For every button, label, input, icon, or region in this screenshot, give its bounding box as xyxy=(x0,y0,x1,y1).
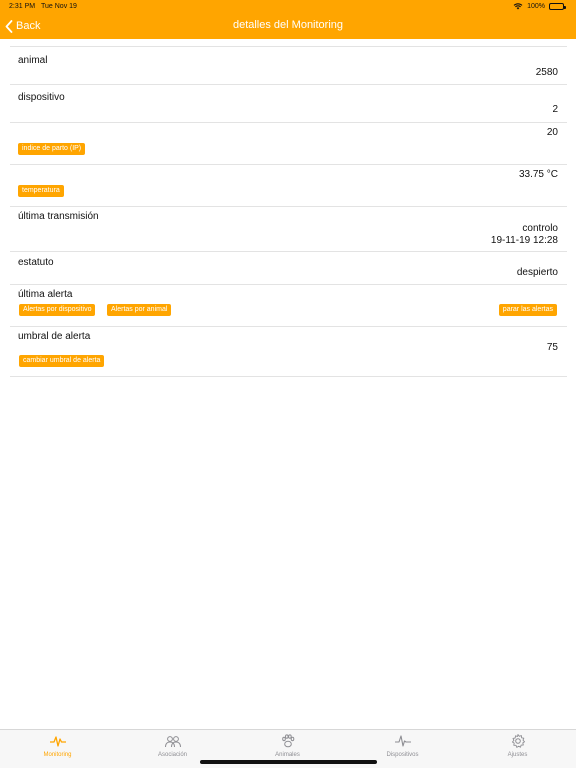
tab-monitoring[interactable]: Monitoring xyxy=(0,733,115,763)
device-pulse-icon xyxy=(394,735,411,747)
wifi-icon xyxy=(513,3,523,10)
umbral-label: umbral de alerta xyxy=(18,331,91,342)
navigation-bar: Back detalles del Monitoring xyxy=(0,13,576,39)
tab-asociacion[interactable]: Asociación xyxy=(115,733,230,763)
top-bar: 2:31 PM Tue Nov 19 100% Back detalles de… xyxy=(0,0,576,39)
tab-dispositivos[interactable]: Dispositivos xyxy=(345,733,460,763)
detail-list: animal 2580 dispositivo 2 20 indice de p… xyxy=(10,46,567,377)
status-right: 100% xyxy=(513,3,566,10)
tab-ajustes[interactable]: Ajustes xyxy=(460,733,575,763)
battery-percent: 100% xyxy=(527,3,545,10)
page-title: detalles del Monitoring xyxy=(232,19,344,31)
ultima-alerta-label: última alerta xyxy=(18,289,73,300)
row-umbral-alerta: umbral de alerta 75 cambiar umbral de al… xyxy=(10,326,567,377)
tab-animales-label: Animales xyxy=(275,752,300,758)
dispositivo-value: 2 xyxy=(552,104,558,115)
tab-monitoring-label: Monitoring xyxy=(43,752,72,758)
pulse-icon xyxy=(49,736,66,747)
row-ultima-alerta: última alerta Alertas por dispositivo Al… xyxy=(10,284,567,326)
ip-tag: indice de parto (IP) xyxy=(18,143,86,155)
row-temperatura: 33.75 °C temperatura xyxy=(10,164,567,206)
row-dispositivo: dispositivo 2 xyxy=(10,84,567,122)
tab-dispositivos-label: Dispositivos xyxy=(386,752,419,758)
tab-ajustes-label: Ajustes xyxy=(507,752,528,758)
umbral-value: 75 xyxy=(546,342,558,353)
animal-value: 2580 xyxy=(535,67,558,78)
animal-label: animal xyxy=(18,55,48,66)
dispositivo-label: dispositivo xyxy=(18,92,65,103)
tab-animales[interactable]: Animales xyxy=(230,733,345,763)
ultima-transmision-label: última transmisión xyxy=(18,211,99,222)
paw-icon xyxy=(281,734,294,748)
status-bar: 2:31 PM Tue Nov 19 100% xyxy=(0,0,576,13)
estatuto-label: estatuto xyxy=(18,257,54,268)
status-date: Tue Nov 19 xyxy=(41,3,77,10)
row-indice-parto: 20 indice de parto (IP) xyxy=(10,122,567,164)
ip-value: 20 xyxy=(546,127,558,138)
alertas-por-animal-button[interactable]: Alertas por animal xyxy=(107,304,172,316)
group-icon xyxy=(164,736,181,748)
temperatura-value: 33.75 °C xyxy=(518,169,558,180)
row-estatuto: estatuto despierto xyxy=(10,251,567,284)
estatuto-value: despierto xyxy=(516,267,558,278)
row-animal: animal 2580 xyxy=(10,46,567,84)
temperatura-tag: temperatura xyxy=(18,185,64,197)
home-indicator[interactable] xyxy=(200,760,377,764)
row-ultima-transmision: última transmisión controlo 19-11-19 12:… xyxy=(10,206,567,251)
cambiar-umbral-button[interactable]: cambiar umbral de alerta xyxy=(19,355,105,367)
ultima-transmision-type: controlo xyxy=(522,223,558,234)
battery-icon xyxy=(549,3,566,10)
parar-alertas-button[interactable]: parar las alertas xyxy=(498,304,557,316)
alertas-por-dispositivo-button[interactable]: Alertas por dispositivo xyxy=(19,304,96,316)
tab-asociacion-label: Asociación xyxy=(157,752,187,758)
status-time: 2:31 PM xyxy=(9,3,36,10)
gear-icon xyxy=(511,734,525,748)
ultima-transmision-datetime: 19-11-19 12:28 xyxy=(490,235,558,246)
